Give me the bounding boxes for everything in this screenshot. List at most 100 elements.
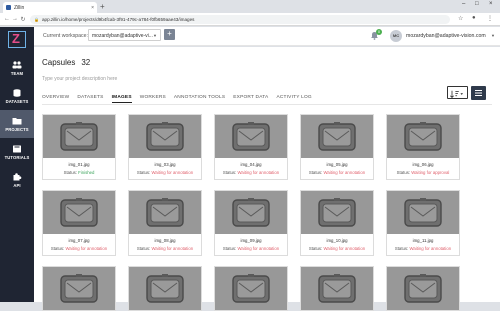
add-workspace-button[interactable]: + bbox=[164, 29, 175, 40]
image-card[interactable]: Status: bbox=[42, 266, 116, 311]
capsule-thumbnail[interactable] bbox=[301, 191, 373, 234]
capsule-thumbnail[interactable] bbox=[215, 267, 287, 310]
capsule-image bbox=[43, 191, 115, 234]
status-label: Status: bbox=[136, 246, 151, 251]
capsule-thumbnail[interactable] bbox=[387, 267, 459, 310]
capsule-thumbnail[interactable] bbox=[387, 115, 459, 158]
image-card[interactable]: Status: bbox=[128, 266, 202, 311]
status-label: Status: bbox=[222, 246, 237, 251]
capsule-image bbox=[43, 267, 115, 310]
project-tabs: OVERVIEW DATASETS IMAGES WORKERS ANNOTAT… bbox=[42, 95, 312, 103]
close-window-button[interactable]: × bbox=[489, 1, 493, 7]
capsule-thumbnail[interactable] bbox=[129, 115, 201, 158]
image-card[interactable]: img_01.jpg Status: Finished bbox=[42, 114, 116, 180]
avatar[interactable]: MC bbox=[390, 30, 402, 42]
team-icon bbox=[12, 60, 22, 68]
image-card[interactable]: img_06.jpg Status: Waiting for approval bbox=[386, 114, 460, 180]
capsule-image bbox=[129, 267, 201, 310]
image-card[interactable]: img_10.jpg Status: Waiting for annotation bbox=[300, 190, 374, 256]
tab-datasets[interactable]: DATASETS bbox=[77, 95, 103, 103]
image-card[interactable]: img_08.jpg Status: Waiting for annotation bbox=[128, 190, 202, 256]
list-view-button[interactable] bbox=[471, 86, 486, 100]
capsule-image bbox=[215, 115, 287, 158]
address-bar[interactable]: 🔒 app.zillin.io/home/projects/d9b4fcab-3… bbox=[30, 15, 450, 24]
tab-images[interactable]: IMAGES bbox=[111, 95, 132, 103]
sidebar-item-tutorials[interactable]: TUTORIALS bbox=[0, 138, 34, 166]
status-label: Status: bbox=[308, 170, 323, 175]
image-filename: img_06.jpg bbox=[412, 162, 434, 167]
logo-icon: Z bbox=[12, 31, 20, 46]
reload-icon[interactable]: ↻ bbox=[19, 16, 27, 23]
main-content: Capsules 32 Type your project description… bbox=[34, 47, 500, 311]
star-icon[interactable]: ☆ bbox=[458, 15, 463, 22]
image-card[interactable]: Status: bbox=[214, 266, 288, 311]
status-value: Waiting for annotation bbox=[237, 246, 280, 251]
image-card[interactable]: img_05.jpg Status: Waiting for annotation bbox=[300, 114, 374, 180]
status-value: Waiting for annotation bbox=[409, 246, 452, 251]
image-status: Status: Waiting for annotation bbox=[129, 170, 201, 179]
maximize-button[interactable]: □ bbox=[475, 1, 479, 7]
image-filename: img_09.jpg bbox=[240, 238, 262, 243]
status-value: Waiting for annotation bbox=[323, 246, 366, 251]
status-value: Waiting for annotation bbox=[323, 170, 366, 175]
user-email[interactable]: mozardyban@adaptive-vision.com bbox=[406, 33, 486, 39]
project-name: Capsules bbox=[42, 58, 76, 67]
tab-workers[interactable]: WORKERS bbox=[140, 95, 166, 103]
capsule-thumbnail[interactable] bbox=[215, 115, 287, 158]
capsule-image bbox=[301, 191, 373, 234]
image-card[interactable]: img_03.jpg Status: Waiting for annotation bbox=[128, 114, 202, 180]
image-status: Status: Waiting for annotation bbox=[301, 246, 373, 255]
workspace-select[interactable]: mozardyban@adaptive-vi... ▼ bbox=[88, 29, 161, 41]
status-label: Status: bbox=[222, 170, 237, 175]
app-logo[interactable]: Z bbox=[8, 31, 26, 48]
sidebar-item-api[interactable]: API bbox=[0, 166, 34, 194]
image-card[interactable]: img_04.jpg Status: Waiting for annotation bbox=[214, 114, 288, 180]
image-filename: img_01.jpg bbox=[68, 162, 90, 167]
capsule-image bbox=[129, 191, 201, 234]
image-card[interactable]: img_09.jpg Status: Waiting for annotation bbox=[214, 190, 288, 256]
tab-annotation-tools[interactable]: ANNOTATION TOOLS bbox=[174, 95, 225, 103]
sidebar-item-datasets[interactable]: DATASETS bbox=[0, 82, 34, 110]
profile-icon[interactable]: ● bbox=[472, 15, 476, 21]
menu-icon[interactable]: ⋮ bbox=[487, 15, 493, 22]
image-card[interactable]: Status: bbox=[386, 266, 460, 311]
capsule-thumbnail[interactable] bbox=[387, 191, 459, 234]
capsule-thumbnail[interactable] bbox=[43, 191, 115, 234]
image-card[interactable]: img_07.jpg Status: Waiting for annotation bbox=[42, 190, 116, 256]
image-card[interactable]: img_11.jpg Status: Waiting for annotation bbox=[386, 190, 460, 256]
capsule-thumbnail[interactable] bbox=[43, 267, 115, 310]
sort-button[interactable] bbox=[447, 86, 468, 99]
capsule-image bbox=[387, 267, 459, 310]
back-icon[interactable]: ← bbox=[3, 16, 11, 22]
capsule-thumbnail[interactable] bbox=[301, 115, 373, 158]
tab-close-icon[interactable]: × bbox=[91, 5, 94, 11]
capsule-thumbnail[interactable] bbox=[129, 267, 201, 310]
capsule-thumbnail[interactable] bbox=[129, 191, 201, 234]
capsule-image bbox=[387, 115, 459, 158]
status-label: Status: bbox=[308, 246, 323, 251]
image-filename: img_04.jpg bbox=[240, 162, 262, 167]
page-title: Capsules 32 bbox=[42, 58, 90, 67]
minimize-button[interactable]: – bbox=[462, 1, 465, 7]
image-status: Status: Finished bbox=[43, 170, 115, 179]
tab-activity-log[interactable]: ACTIVITY LOG bbox=[276, 95, 311, 103]
new-tab-button[interactable]: + bbox=[100, 2, 105, 11]
capsule-thumbnail[interactable] bbox=[215, 191, 287, 234]
status-label: Status: bbox=[50, 246, 65, 251]
browser-tab[interactable]: Zillin × bbox=[3, 2, 97, 13]
project-description[interactable]: Type your project description here bbox=[42, 76, 117, 82]
workspace-bar: Current workspace: mozardyban@adaptive-v… bbox=[34, 27, 500, 46]
book-icon bbox=[13, 145, 21, 152]
sidebar-item-projects[interactable]: PROJECTS bbox=[0, 110, 34, 138]
forward-icon[interactable]: → bbox=[11, 16, 19, 22]
capsule-thumbnail[interactable] bbox=[43, 115, 115, 158]
capsule-thumbnail[interactable] bbox=[301, 267, 373, 310]
tab-overview[interactable]: OVERVIEW bbox=[42, 95, 69, 103]
chevron-down-icon[interactable]: ▼ bbox=[491, 33, 495, 38]
image-card[interactable]: Status: bbox=[300, 266, 374, 311]
image-status: Status: Waiting for annotation bbox=[301, 170, 373, 179]
status-label: Status: bbox=[396, 170, 411, 175]
status-value: Waiting for annotation bbox=[65, 246, 108, 251]
sidebar-item-team[interactable]: TEAM bbox=[0, 54, 34, 82]
tab-export-data[interactable]: EXPORT DATA bbox=[233, 95, 268, 103]
